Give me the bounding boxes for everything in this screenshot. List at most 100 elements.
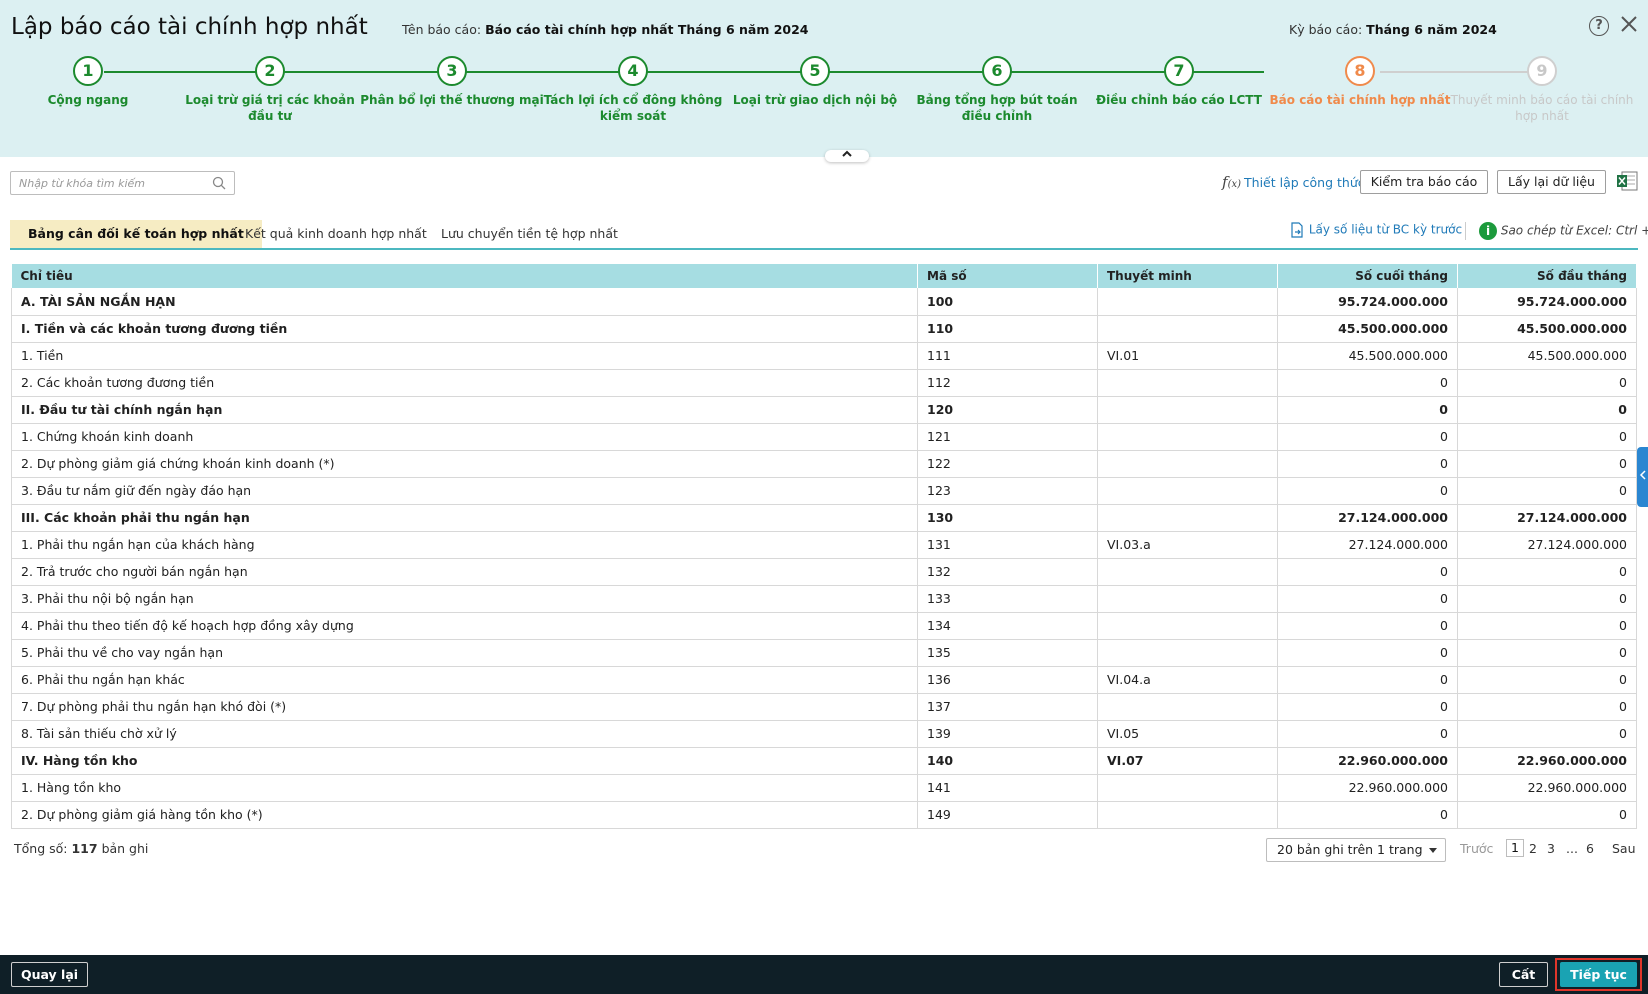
reload-data-button[interactable]: Lấy lại dữ liệu xyxy=(1497,170,1606,194)
cell-end-month[interactable]: 0 xyxy=(1277,450,1458,478)
cell-end-month[interactable]: 0 xyxy=(1277,666,1458,694)
cell-start-month[interactable]: 0 xyxy=(1457,423,1637,451)
cell-start-month[interactable]: 0 xyxy=(1457,693,1637,721)
cell-end-month[interactable]: 45.500.000.000 xyxy=(1277,342,1458,370)
table-row[interactable]: 3. Phải thu nội bộ ngắn hạn 133 0 0 xyxy=(11,585,1637,613)
help-icon[interactable]: ? xyxy=(1589,16,1609,36)
column-header-indicator[interactable]: Chỉ tiêu xyxy=(11,264,918,288)
cell-start-month[interactable]: 27.124.000.000 xyxy=(1457,531,1637,559)
check-report-button[interactable]: Kiểm tra báo cáo xyxy=(1360,170,1488,194)
table-row[interactable]: 2. Dự phòng giảm giá hàng tồn kho (*) 149… xyxy=(11,801,1637,829)
table-row[interactable]: I. Tiền và các khoản tương đương tiền 110… xyxy=(11,315,1637,343)
cell-start-month[interactable]: 45.500.000.000 xyxy=(1457,315,1637,343)
cell-end-month[interactable]: 0 xyxy=(1277,801,1458,829)
cell-end-month[interactable]: 0 xyxy=(1277,477,1458,505)
prev-report-link[interactable]: Lấy số liệu từ BC kỳ trước xyxy=(1289,222,1462,238)
table-row[interactable]: 5. Phải thu về cho vay ngắn hạn 135 0 0 xyxy=(11,639,1637,667)
cell-start-month[interactable]: 0 xyxy=(1457,639,1637,667)
cell-end-month[interactable]: 0 xyxy=(1277,639,1458,667)
step-3[interactable]: 3 Phân bổ lợi thế thương mại xyxy=(357,56,547,108)
cell-start-month[interactable]: 95.724.000.000 xyxy=(1457,288,1637,316)
cell-start-month[interactable]: 0 xyxy=(1457,369,1637,397)
cell-end-month[interactable]: 0 xyxy=(1277,720,1458,748)
column-header-end-month[interactable]: Số cuối tháng xyxy=(1277,264,1458,288)
cell-end-month[interactable]: 0 xyxy=(1277,612,1458,640)
step-2[interactable]: 2 Loại trừ giá trị các khoản đầu tư xyxy=(175,56,365,124)
cell-start-month[interactable]: 0 xyxy=(1457,585,1637,613)
table-row[interactable]: III. Các khoản phải thu ngắn hạn 130 27.12… xyxy=(11,504,1637,532)
page-2[interactable]: 2 xyxy=(1529,841,1537,856)
step-8[interactable]: 8 Báo cáo tài chính hợp nhất xyxy=(1265,56,1455,108)
cell-start-month[interactable]: 0 xyxy=(1457,720,1637,748)
prev-page-button[interactable]: Trước xyxy=(1460,841,1493,856)
cell-start-month[interactable]: 22.960.000.000 xyxy=(1457,747,1637,775)
next-page-button[interactable]: Sau xyxy=(1612,841,1636,856)
page-1[interactable]: 1 xyxy=(1506,839,1524,857)
cell-end-month[interactable]: 0 xyxy=(1277,558,1458,586)
page-size-select[interactable]: 20 bản ghi trên 1 trang xyxy=(1266,838,1446,862)
table-row[interactable]: II. Đầu tư tài chính ngắn hạn 120 0 0 xyxy=(11,396,1637,424)
cell-end-month[interactable]: 22.960.000.000 xyxy=(1277,774,1458,802)
search-icon[interactable] xyxy=(212,176,226,190)
cell-end-month[interactable]: 45.500.000.000 xyxy=(1277,315,1458,343)
cell-end-month[interactable]: 0 xyxy=(1277,693,1458,721)
table-row[interactable]: 2. Dự phòng giảm giá chứng khoán kinh do… xyxy=(11,450,1637,478)
table-row[interactable]: 4. Phải thu theo tiến độ kế hoạch hợp đồ… xyxy=(11,612,1637,640)
step-7[interactable]: 7 Điều chỉnh báo cáo LCTT xyxy=(1084,56,1274,108)
search-input[interactable] xyxy=(11,172,201,194)
excel-export-icon[interactable] xyxy=(1616,171,1638,191)
cell-start-month[interactable]: 27.124.000.000 xyxy=(1457,504,1637,532)
table-row[interactable]: 2. Trả trước cho người bán ngắn hạn 132 0 0 xyxy=(11,558,1637,586)
table-row[interactable]: 2. Các khoản tương đương tiền 112 0 0 xyxy=(11,369,1637,397)
table-row[interactable]: 1. Tiền 111 VI.01 45.500.000.000 45.500.000.… xyxy=(11,342,1637,370)
cell-start-month[interactable]: 0 xyxy=(1457,612,1637,640)
table-row[interactable]: 6. Phải thu ngắn hạn khác 136 VI.04.a 0 0 xyxy=(11,666,1637,694)
back-button[interactable]: Quay lại xyxy=(11,962,88,987)
tab-cash-flow[interactable]: Lưu chuyển tiền tệ hợp nhất xyxy=(423,220,636,248)
table-row[interactable]: 1. Chứng khoán kinh doanh 121 0 0 xyxy=(11,423,1637,451)
step-6[interactable]: 6 Bảng tổng hợp bút toán điều chỉnh xyxy=(902,56,1092,124)
cell-end-month[interactable]: 0 xyxy=(1277,369,1458,397)
cell-indicator: 3. Đầu tư nắm giữ đến ngày đáo hạn xyxy=(11,477,918,505)
table-row[interactable]: A. TÀI SẢN NGẮN HẠN 100 95.724.000.000 95.7… xyxy=(11,288,1637,316)
step-9[interactable]: 9 Thuyết minh báo cáo tài chính hợp nhất xyxy=(1447,56,1637,124)
side-panel-toggle[interactable] xyxy=(1637,447,1648,507)
table-row[interactable]: 1. Phải thu ngắn hạn của khách hàng 131 VI… xyxy=(11,531,1637,559)
column-header-code[interactable]: Mã số xyxy=(917,264,1098,288)
cell-start-month[interactable]: 22.960.000.000 xyxy=(1457,774,1637,802)
cell-start-month[interactable]: 0 xyxy=(1457,396,1637,424)
continue-button[interactable]: Tiếp tục xyxy=(1560,962,1637,987)
table-row[interactable]: IV. Hàng tồn kho 140 VI.07 22.960.000.000 22… xyxy=(11,747,1637,775)
cell-end-month[interactable]: 27.124.000.000 xyxy=(1277,531,1458,559)
cell-start-month[interactable]: 0 xyxy=(1457,801,1637,829)
cell-end-month[interactable]: 0 xyxy=(1277,396,1458,424)
step-4[interactable]: 4 Tách lợi ích cổ đông không kiểm soát xyxy=(538,56,728,124)
table-row[interactable]: 1. Hàng tồn kho 141 22.960.000.000 22.960.0… xyxy=(11,774,1637,802)
tab-balance-sheet[interactable]: Bảng cân đối kế toán hợp nhất xyxy=(10,220,262,248)
cell-end-month[interactable]: 95.724.000.000 xyxy=(1277,288,1458,316)
cell-start-month[interactable]: 0 xyxy=(1457,477,1637,505)
step-1[interactable]: 1 Cộng ngang xyxy=(0,56,183,108)
table-row[interactable]: 7. Dự phòng phải thu ngắn hạn khó đòi (*… xyxy=(11,693,1637,721)
cell-end-month[interactable]: 0 xyxy=(1277,585,1458,613)
cell-start-month[interactable]: 0 xyxy=(1457,666,1637,694)
cell-start-month[interactable]: 45.500.000.000 xyxy=(1457,342,1637,370)
column-header-note[interactable]: Thuyết minh xyxy=(1097,264,1278,288)
table-row[interactable]: 3. Đầu tư nắm giữ đến ngày đáo hạn 123 0 0 xyxy=(11,477,1637,505)
step-5[interactable]: 5 Loại trừ giao dịch nội bộ xyxy=(720,56,910,108)
page-3[interactable]: 3 xyxy=(1547,841,1555,856)
formula-setup-link[interactable]: f(x) Thiết lập công thức xyxy=(1222,173,1365,191)
collapse-header-button[interactable] xyxy=(825,150,869,162)
column-header-start-month[interactable]: Số đầu tháng xyxy=(1457,264,1637,288)
table-row[interactable]: 8. Tài sản thiếu chờ xử lý 139 VI.05 0 0 xyxy=(11,720,1637,748)
cell-start-month[interactable]: 0 xyxy=(1457,558,1637,586)
cell-end-month[interactable]: 22.960.000.000 xyxy=(1277,747,1458,775)
tab-income-statement[interactable]: Kết quả kinh doanh hợp nhất xyxy=(227,220,445,248)
page-6[interactable]: 6 xyxy=(1586,841,1594,856)
cell-end-month[interactable]: 0 xyxy=(1277,423,1458,451)
cell-end-month[interactable]: 27.124.000.000 xyxy=(1277,504,1458,532)
close-icon[interactable] xyxy=(1617,12,1641,36)
cell-note xyxy=(1097,288,1278,316)
cell-start-month[interactable]: 0 xyxy=(1457,450,1637,478)
save-button[interactable]: Cất xyxy=(1499,962,1548,987)
